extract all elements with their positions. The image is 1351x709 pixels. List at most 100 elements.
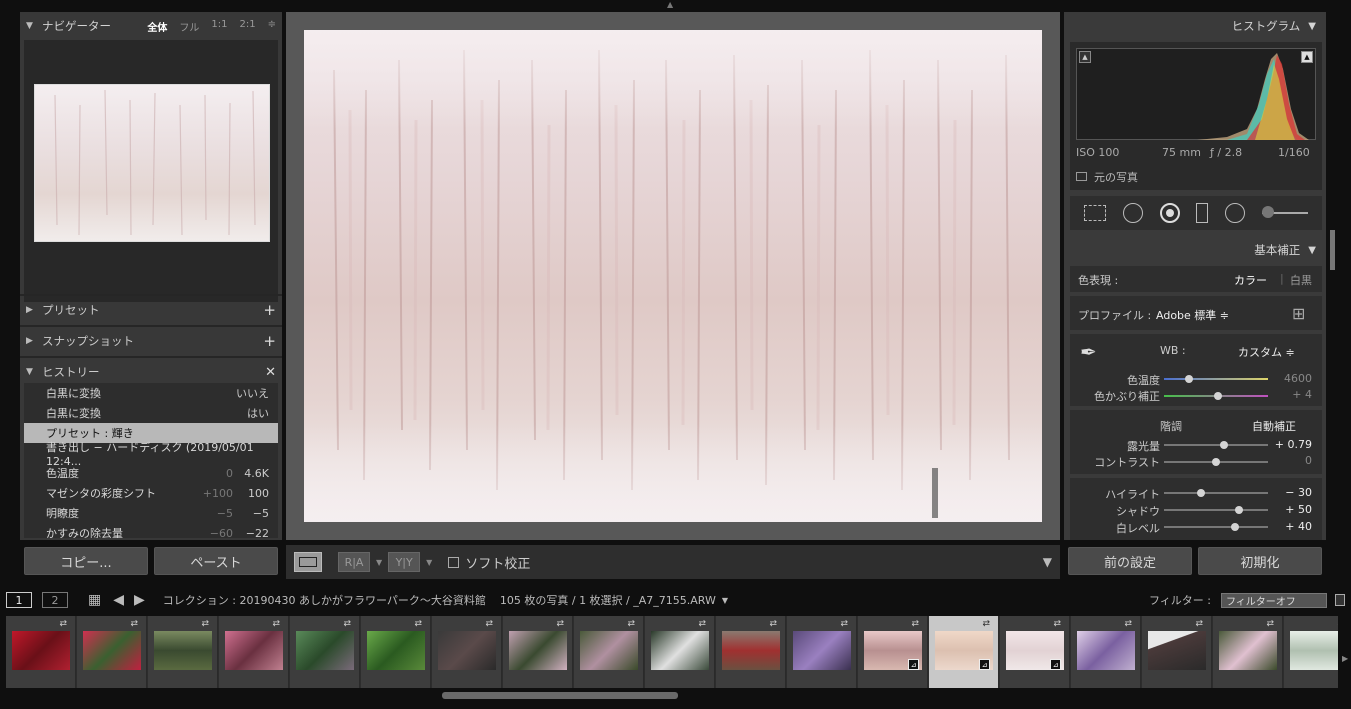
tint-value[interactable]: + 4 <box>1272 388 1312 401</box>
history-item[interactable]: 白黒に変換 はい <box>24 403 278 423</box>
add-snapshot-icon[interactable]: + <box>263 332 276 350</box>
soft-proof-checkbox[interactable] <box>448 556 460 568</box>
dropdown-arrow-icon[interactable]: ▼ <box>426 558 432 567</box>
before-after-left-right-button[interactable]: R|A <box>338 552 370 572</box>
tint-slider[interactable] <box>1164 392 1268 400</box>
zoom-1-1[interactable]: 1:1 <box>211 19 227 34</box>
history-item[interactable]: 書き出し − ハードディスク (2019/05/01 12:4... <box>24 441 278 468</box>
loupe-view-button[interactable] <box>294 552 322 572</box>
main-window-button[interactable]: 1 <box>6 592 32 608</box>
contrast-knob[interactable] <box>1212 458 1220 466</box>
whites-value[interactable]: + 40 <box>1272 520 1312 533</box>
filmstrip-thumb[interactable]: ⇄ <box>1213 616 1283 688</box>
history-item[interactable]: かすみの除去量 −60 −22 <box>24 523 278 539</box>
filter-select[interactable]: フィルターオフ <box>1221 592 1327 608</box>
profile-browser-grid-icon[interactable]: ⊞ <box>1292 304 1305 323</box>
shadow-clipping-icon[interactable]: ▲ <box>1079 51 1091 63</box>
filmstrip-thumb[interactable]: ⇄ <box>219 616 289 688</box>
dropdown-arrow-icon[interactable]: ▼ <box>376 558 382 567</box>
shadows-slider[interactable] <box>1164 506 1268 514</box>
basic-header[interactable]: 基本補正 ▼ <box>1064 236 1326 264</box>
filter-lock-icon[interactable] <box>1335 594 1345 606</box>
wb-eyedropper-icon[interactable]: ✒ <box>1080 340 1097 364</box>
snapshots-section[interactable]: ▶ スナップショット + <box>20 325 282 355</box>
navigator-thumbnail[interactable] <box>34 84 270 242</box>
exposure-slider[interactable] <box>1164 441 1268 449</box>
presets-section[interactable]: ▶ プリセット + <box>20 294 282 324</box>
paste-button[interactable]: ペースト <box>154 547 278 575</box>
forward-arrow-icon[interactable]: ▶ <box>134 592 145 608</box>
exposure-knob[interactable] <box>1220 441 1229 449</box>
collection-path[interactable]: コレクション : 20190430 あしかがフラワーパーク〜大谷資料館 <box>163 592 486 608</box>
grid-view-icon[interactable]: ▦ <box>88 592 101 608</box>
highlights-value[interactable]: − 30 <box>1272 486 1312 499</box>
photo-count[interactable]: 105 枚の写真 / 1 枚選択 / _A7_7155.ARW <box>500 592 716 608</box>
zoom-2-1[interactable]: 2:1 <box>240 19 256 34</box>
reset-button[interactable]: 初期化 <box>1198 547 1322 575</box>
filmstrip-thumb[interactable]: ⇄ <box>148 616 218 688</box>
adjustment-brush-icon[interactable] <box>1261 206 1308 218</box>
source-dropdown-icon[interactable]: ▼ <box>722 596 728 605</box>
clear-history-icon[interactable]: ✕ <box>265 365 276 380</box>
filmstrip-thumb[interactable]: ⇄ <box>1284 616 1338 688</box>
filmstrip-thumb[interactable]: ⇄ <box>6 616 76 688</box>
second-window-button[interactable]: 2 <box>42 592 68 608</box>
treatment-color-option[interactable]: カラー <box>1234 272 1267 288</box>
right-panel-toggle-icon[interactable]: ▶ <box>1342 654 1348 663</box>
auto-tone-button[interactable]: 自動補正 <box>1252 418 1296 434</box>
treatment-bw-option[interactable]: 白黒 <box>1290 272 1312 288</box>
filmstrip-thumb[interactable]: ⇄ ⊿ <box>858 616 928 688</box>
tint-knob[interactable] <box>1214 392 1223 400</box>
filmstrip-scrollbar[interactable] <box>442 692 678 699</box>
navigator-header[interactable]: ▼ ナビゲーター 全体 フル 1:1 2:1 ≑ <box>20 12 282 40</box>
temp-slider[interactable] <box>1164 375 1268 383</box>
spot-removal-icon[interactable] <box>1122 203 1143 223</box>
temp-knob[interactable] <box>1184 375 1193 383</box>
filmstrip-thumb[interactable]: ⇄ <box>716 616 786 688</box>
filmstrip-thumb[interactable]: ⇄ <box>432 616 502 688</box>
shadows-value[interactable]: + 50 <box>1272 503 1312 516</box>
filmstrip-thumb[interactable]: ⇄ <box>503 616 573 688</box>
filmstrip-thumb[interactable]: ⇄ <box>77 616 147 688</box>
whites-slider[interactable] <box>1164 523 1268 531</box>
profile-select[interactable]: Adobe 標準 ≑ <box>1156 307 1229 323</box>
graduated-filter-icon[interactable] <box>1196 203 1209 223</box>
before-after-top-bottom-button[interactable]: Y|Y <box>388 552 421 572</box>
whites-knob[interactable] <box>1230 523 1239 531</box>
zoom-fill[interactable]: フル <box>179 19 199 34</box>
back-arrow-icon[interactable]: ◀ <box>113 592 124 608</box>
navigator-preview[interactable] <box>24 40 278 302</box>
filmstrip-thumb[interactable]: ⇄ <box>787 616 857 688</box>
filmstrip-thumb[interactable]: ⇄ <box>361 616 431 688</box>
shadows-knob[interactable] <box>1234 506 1243 514</box>
zoom-updown-icon[interactable]: ≑ <box>268 19 276 34</box>
filmstrip-thumb[interactable]: ⇄ ⊿ <box>1000 616 1070 688</box>
original-photo-checkbox[interactable] <box>1076 172 1087 181</box>
filmstrip-thumb[interactable]: ⇄ <box>1071 616 1141 688</box>
crop-tool-icon[interactable] <box>1084 205 1107 221</box>
contrast-value[interactable]: 0 <box>1272 454 1312 467</box>
history-item[interactable]: マゼンタの彩度シフト +100 100 <box>24 483 278 503</box>
filmstrip-thumb[interactable]: ⇄ <box>290 616 360 688</box>
copy-button[interactable]: コピー... <box>24 547 148 575</box>
add-preset-icon[interactable]: + <box>263 301 276 319</box>
radial-filter-icon[interactable] <box>1224 203 1245 223</box>
zoom-fit[interactable]: 全体 <box>147 19 167 34</box>
filmstrip-thumb-selected[interactable]: ⇄ ⊿ <box>929 616 999 688</box>
highlight-clipping-icon[interactable]: ▲ <box>1301 51 1313 63</box>
filmstrip-thumb[interactable]: ⇄ <box>645 616 715 688</box>
history-item[interactable]: 明瞭度 −5 −5 <box>24 503 278 523</box>
highlights-slider[interactable] <box>1164 489 1268 497</box>
right-panel-scrollbar[interactable] <box>1330 230 1335 270</box>
top-panel-toggle-icon[interactable]: ▲ <box>667 0 673 9</box>
wb-select[interactable]: カスタム ≑ <box>1238 344 1295 360</box>
contrast-slider[interactable] <box>1164 458 1268 466</box>
filmstrip-thumb[interactable]: ⇄ <box>574 616 644 688</box>
filmstrip-thumb[interactable]: ⇄ <box>1142 616 1212 688</box>
red-eye-icon[interactable] <box>1159 203 1180 223</box>
previous-settings-button[interactable]: 前の設定 <box>1068 547 1192 575</box>
highlights-knob[interactable] <box>1197 489 1206 497</box>
main-photo[interactable] <box>304 30 1042 522</box>
temp-value[interactable]: 4600 <box>1272 372 1312 385</box>
history-item[interactable]: 白黒に変換 いいえ <box>24 383 278 403</box>
